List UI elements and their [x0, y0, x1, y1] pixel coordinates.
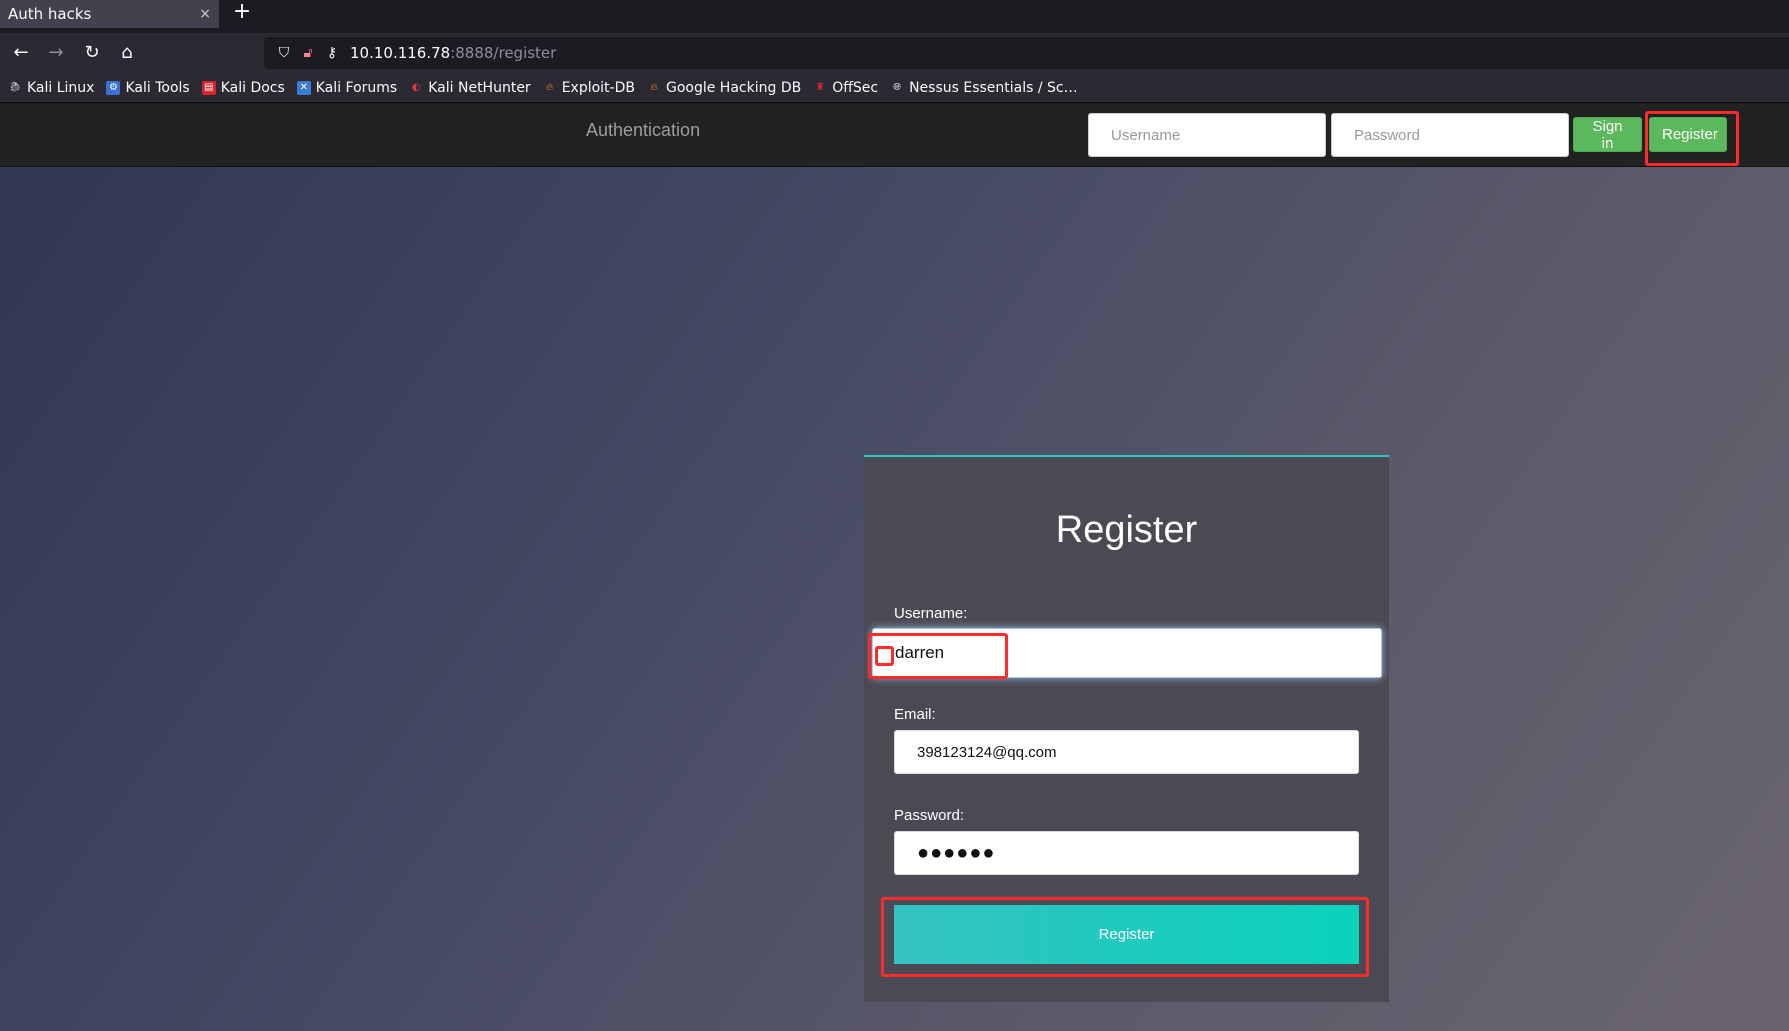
bookmark-label: Nessus Essentials / Sc…: [909, 79, 1078, 96]
forward-arrow-icon[interactable]: →: [44, 41, 68, 65]
bookmark-kali-forums[interactable]: ✕ Kali Forums: [296, 79, 398, 96]
url-bar[interactable]: ⛉ 🔓︎ ⚷ 10.10.116.78:8888/register: [264, 37, 1789, 69]
site-navbar: Authentication Sign in Register: [0, 104, 1789, 167]
key-icon[interactable]: ⚷: [320, 45, 344, 61]
url-path: :8888/register: [450, 44, 557, 62]
bookmark-label: OffSec: [832, 79, 879, 96]
password-field[interactable]: [894, 831, 1359, 875]
offsec-icon: ♜: [815, 81, 825, 93]
bookmark-offsec[interactable]: ♜ OffSec: [813, 80, 878, 96]
cursor-highlight: [875, 646, 894, 666]
register-card: Register Username: Email: Password: Regi…: [864, 455, 1389, 1002]
bookmark-exploit-db[interactable]: 🔥︎ Exploit-DB: [543, 80, 635, 96]
bookmarks-toolbar: 🐉︎ Kali Linux ⚙ Kali Tools ▤ Kali Docs ✕…: [0, 73, 1789, 103]
bookmark-kali-nethunter[interactable]: ◐ Kali NetHunter: [409, 79, 531, 96]
tab-close-icon[interactable]: ×: [199, 6, 211, 22]
insecure-lock-icon[interactable]: 🔓︎: [296, 45, 320, 61]
bookmark-label: Google Hacking DB: [665, 79, 802, 96]
kali-dragon-icon: 🐉︎: [8, 81, 22, 93]
navigation-toolbar: ← → ↻ ⌂ ⛉ 🔓︎ ⚷ 10.10.116.78:8888/registe…: [0, 33, 1789, 73]
bookmark-kali-docs[interactable]: ▤ Kali Docs: [201, 79, 285, 96]
kali-forums-icon: ✕: [296, 80, 311, 95]
ghdb-icon: 🔥︎: [650, 81, 658, 93]
page-content: Authentication Sign in Register Register…: [0, 104, 1789, 1031]
bookmark-label: Exploit-DB: [561, 79, 635, 96]
bookmark-label: Kali Linux: [27, 79, 95, 96]
home-icon[interactable]: ⌂: [115, 41, 139, 65]
tab-title: Auth hacks: [8, 5, 92, 23]
username-field[interactable]: [872, 628, 1382, 678]
tab-bar: Auth hacks × +: [0, 0, 1789, 33]
bookmark-label: Kali NetHunter: [428, 79, 531, 96]
shield-icon[interactable]: ⛉: [272, 45, 296, 61]
header-password-input[interactable]: [1331, 113, 1569, 157]
username-label: Username:: [894, 605, 968, 622]
bookmark-nessus[interactable]: 🌐︎ Nessus Essentials / Sc…: [890, 80, 1078, 96]
password-label: Password:: [894, 807, 965, 824]
bookmark-google-hacking-db[interactable]: 🔥︎ Google Hacking DB: [647, 80, 801, 96]
url-text[interactable]: 10.10.116.78:8888/register: [350, 44, 556, 62]
site-brand[interactable]: Authentication: [586, 120, 700, 141]
signin-button[interactable]: Sign in: [1573, 117, 1642, 152]
header-register-button[interactable]: Register: [1649, 117, 1727, 152]
globe-icon: 🌐︎: [893, 81, 902, 93]
reload-icon[interactable]: ↻: [80, 41, 104, 65]
bookmark-kali-tools[interactable]: ⚙ Kali Tools: [106, 79, 190, 96]
tab-auth-hacks[interactable]: Auth hacks ×: [0, 0, 219, 28]
bookmark-label: Kali Docs: [220, 79, 285, 96]
back-arrow-icon[interactable]: ←: [9, 41, 33, 65]
kali-docs-icon: ▤: [201, 80, 216, 95]
register-submit-button[interactable]: Register: [894, 905, 1359, 964]
header-username-input[interactable]: [1088, 113, 1326, 157]
exploit-db-icon: 🔥︎: [546, 81, 554, 93]
bookmark-kali-linux[interactable]: 🐉︎ Kali Linux: [8, 79, 95, 96]
new-tab-icon[interactable]: +: [231, 0, 253, 25]
kali-nethunter-icon: ◐: [411, 81, 421, 93]
bookmark-label: Kali Forums: [315, 79, 398, 96]
bookmark-label: Kali Tools: [125, 79, 190, 96]
url-host: 10.10.116.78: [350, 44, 451, 62]
register-title: Register: [1055, 509, 1198, 551]
email-field[interactable]: [894, 730, 1359, 774]
kali-tools-icon: ⚙: [106, 80, 121, 95]
email-label: Email:: [894, 706, 936, 723]
